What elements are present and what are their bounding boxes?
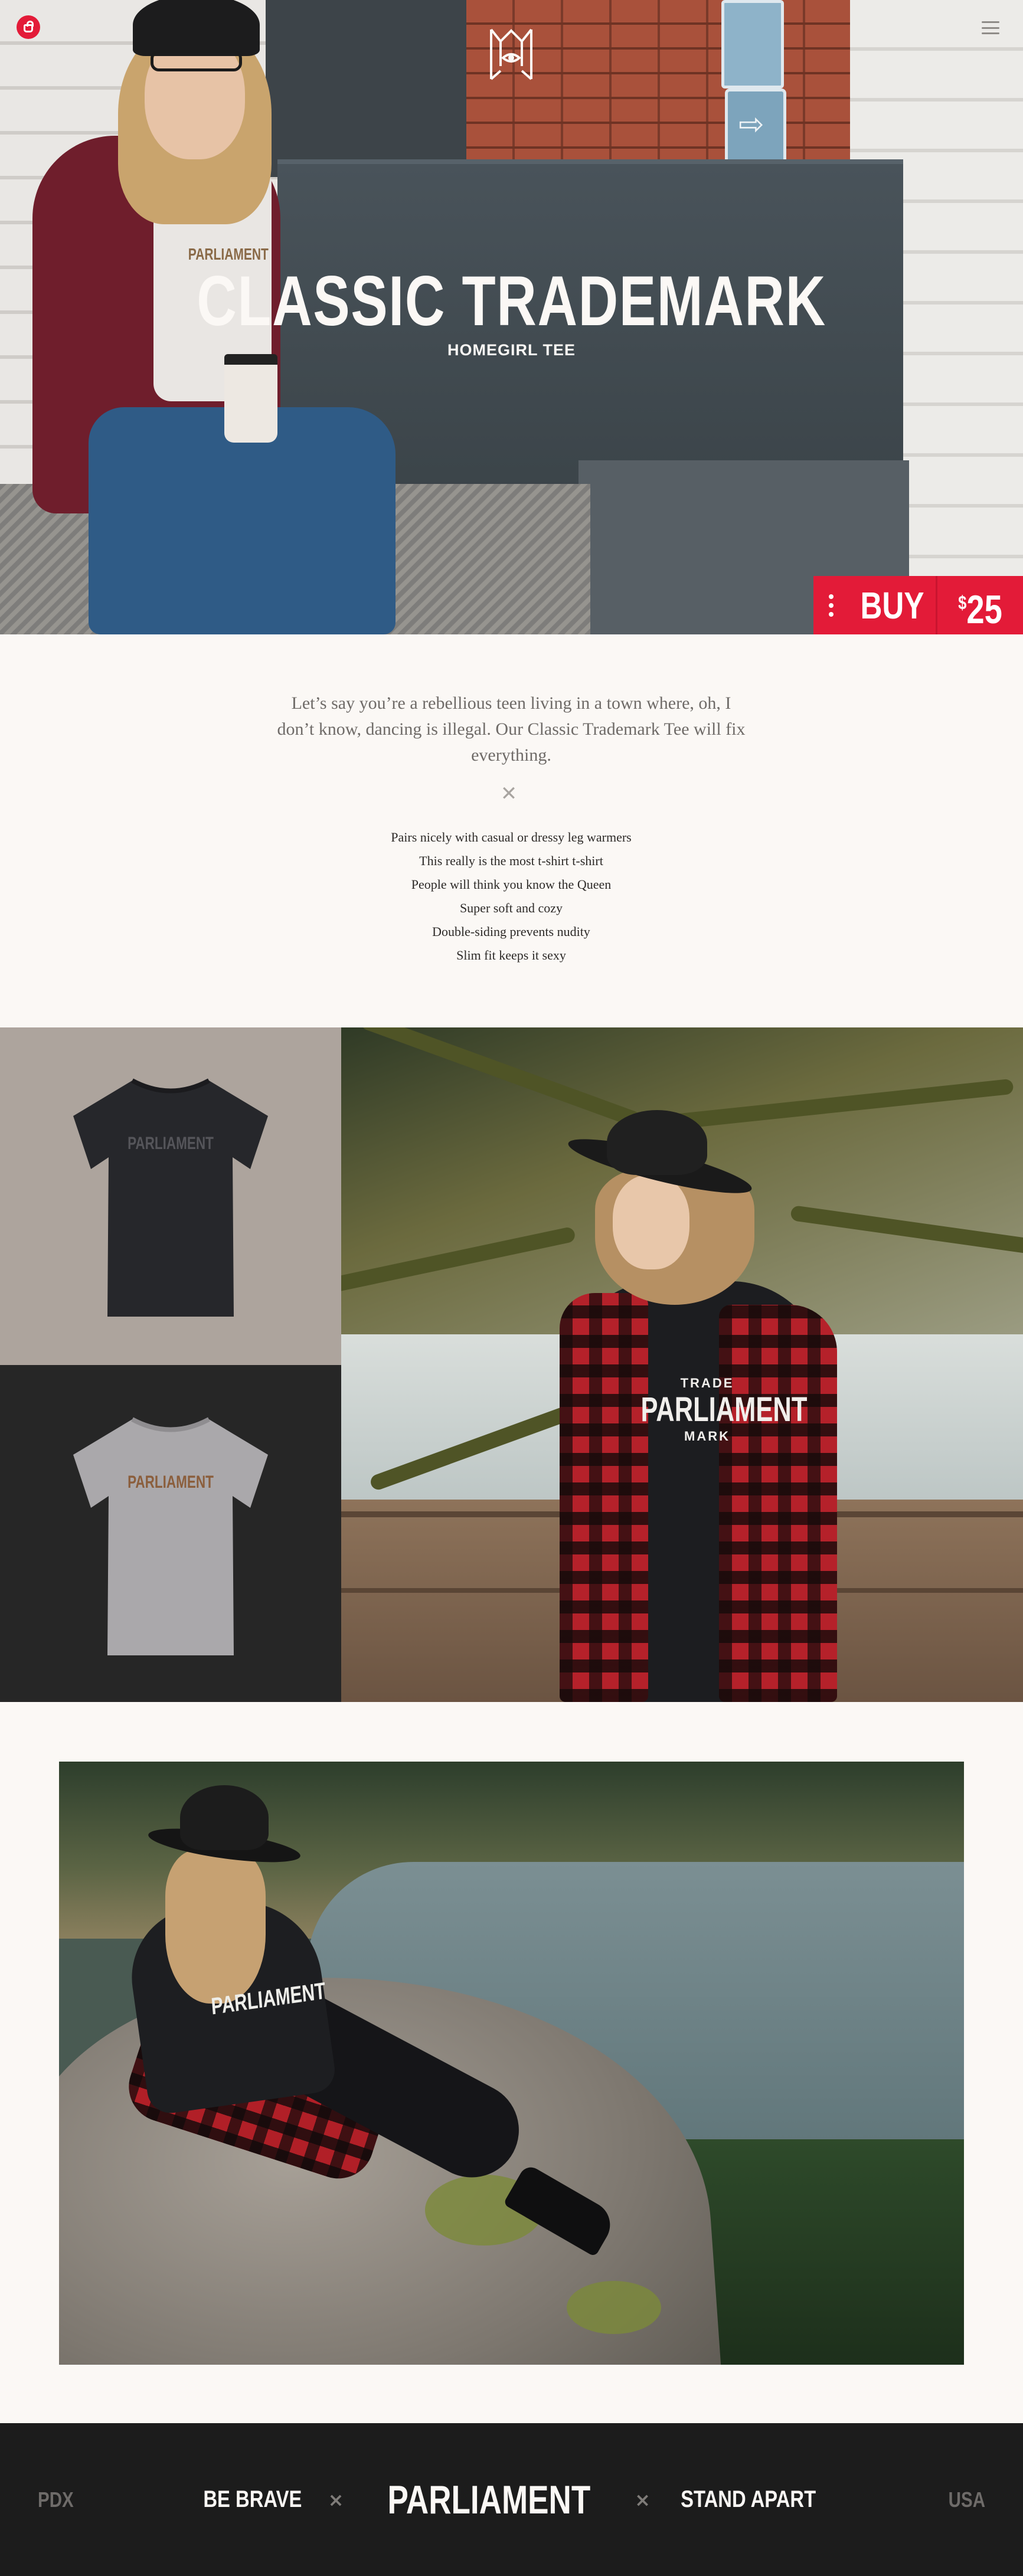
buy-bar[interactable]: BUY $ 25 bbox=[813, 576, 1023, 634]
hero-pillar bbox=[266, 0, 478, 177]
gallery-tile-dark-tee[interactable]: PARLIAMENT bbox=[0, 1027, 341, 1365]
footer-brand[interactable]: PARLIAMENT bbox=[388, 2477, 591, 2523]
footer-slogan-right: STAND APART bbox=[681, 2486, 816, 2512]
hero-banner: PARLIAMENT CLASSIC TRADEMARK HOMEGIRL TE… bbox=[0, 0, 1023, 634]
cart-button[interactable] bbox=[17, 15, 40, 39]
hamburger-menu-icon[interactable] bbox=[982, 21, 999, 34]
model-hat bbox=[564, 1110, 756, 1203]
feature-list: Pairs nicely with casual or dressy leg w… bbox=[275, 826, 747, 967]
feature-item: Super soft and cozy bbox=[459, 901, 563, 915]
shopping-bag-icon bbox=[24, 21, 34, 32]
feature-item: Double-siding prevents nudity bbox=[432, 924, 590, 939]
footer-separator: × bbox=[635, 2488, 651, 2511]
buy-bar-separator bbox=[936, 576, 937, 634]
parliament-crest-icon[interactable] bbox=[488, 25, 535, 84]
product-gallery: PARLIAMENT PARLIAMENT TRADE PARLIAMENT M… bbox=[0, 1027, 1023, 1702]
feature-item: This really is the most t-shirt t-shirt bbox=[419, 853, 603, 868]
price-tag: $ 25 bbox=[946, 581, 1015, 630]
footer-slogan-left: BE BRAVE bbox=[203, 2486, 302, 2512]
hero-model-glasses bbox=[151, 50, 242, 71]
hero-coffee-cup bbox=[224, 354, 277, 443]
lifestyle-photo-lake[interactable]: PARLIAMENT bbox=[59, 1762, 964, 2365]
hero-model-cap bbox=[133, 0, 260, 56]
feature-item: People will think you know the Queen bbox=[411, 877, 612, 892]
buy-button[interactable]: BUY bbox=[858, 584, 927, 627]
price-currency: $ bbox=[958, 591, 967, 613]
product-intro: Let’s say you’re a rebellious teen livin… bbox=[277, 693, 746, 765]
gallery-tile-grey-tee[interactable]: PARLIAMENT bbox=[0, 1365, 341, 1702]
hero-arrow-sign bbox=[725, 89, 786, 168]
cross-divider-icon: ✕ bbox=[500, 782, 518, 806]
price-amount: 25 bbox=[966, 587, 1002, 632]
grey-tee-image bbox=[73, 1417, 268, 1655]
dark-tee-print: PARLIAMENT bbox=[128, 1134, 214, 1153]
feature-item: Pairs nicely with casual or dressy leg w… bbox=[391, 830, 632, 845]
vertical-dots-icon[interactable] bbox=[813, 576, 849, 634]
dark-tee-image bbox=[73, 1078, 268, 1317]
hero-street-sign bbox=[721, 0, 784, 89]
footer-tagline: BE BRAVE × PARLIAMENT × STAND APART bbox=[0, 2423, 1023, 2576]
footer-separator: × bbox=[328, 2488, 344, 2511]
footer-location-right: USA bbox=[948, 2487, 985, 2512]
model-hat bbox=[146, 1785, 302, 1869]
feature-item: Slim fit keeps it sexy bbox=[456, 948, 566, 963]
product-title: CLASSIC TRADEMARK bbox=[197, 261, 826, 341]
product-subtitle: HOMEGIRL TEE bbox=[447, 341, 576, 359]
model-tee-print: TRADE PARLIAMENT MARK bbox=[640, 1376, 808, 1444]
site-footer: PDX BE BRAVE × PARLIAMENT × STAND APART … bbox=[0, 2423, 1023, 2576]
grey-tee-print: PARLIAMENT bbox=[128, 1472, 214, 1492]
gallery-photo-model-railing[interactable]: TRADE PARLIAMENT MARK bbox=[341, 1027, 1023, 1702]
